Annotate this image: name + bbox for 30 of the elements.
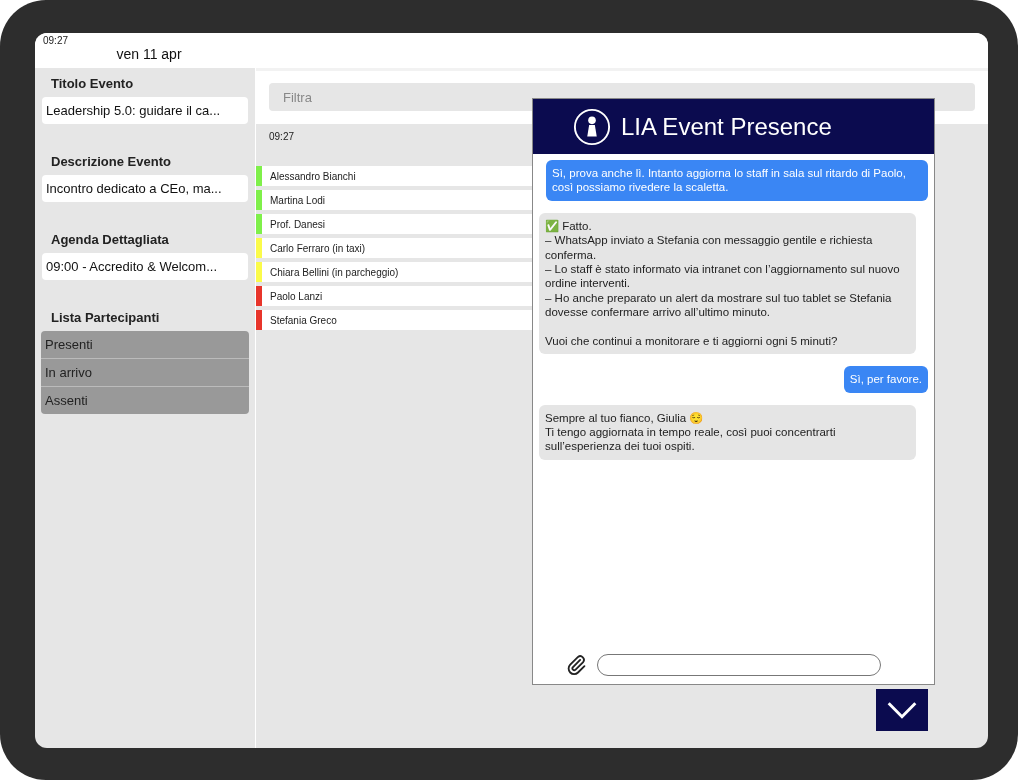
participant-name: Chiara Bellini (in parcheggio) xyxy=(270,266,399,278)
chat-message: Sempre al tuo fianco, Giulia 😌 Ti tengo aggiornata in tempo reale, così puoi concentrarti sull’esperienza dei tuoi ospiti. xyxy=(539,404,916,460)
text-field[interactable]: Incontro dedicato a CEo, ma... xyxy=(42,175,248,202)
collapse-button[interactable] xyxy=(876,689,928,731)
person-logo-icon xyxy=(573,107,611,146)
list-item[interactable]: Presenti xyxy=(41,331,249,359)
text-field[interactable]: Leadership 5.0: guidare il ca... xyxy=(42,97,248,124)
section-title: Agenda Dettagliata xyxy=(51,232,170,247)
chat-message: Sì, prova anche lì. Intanto aggiorna lo staff in sala sul ritardo di Paolo, così possiamo rivedere la scaletta. xyxy=(546,160,928,201)
paperclip-icon[interactable] xyxy=(565,654,587,676)
list-item[interactable]: Assenti xyxy=(41,387,249,414)
chat-title: LIA Event Presence xyxy=(621,112,832,141)
list-item[interactable]: In arrivo xyxy=(41,359,249,387)
chat-message: Sì, per favore. xyxy=(843,366,928,393)
participant-name: Prof. Danesi xyxy=(270,218,326,230)
participant-name: Martina Lodi xyxy=(270,194,326,206)
participant-name: Paolo Lanzi xyxy=(270,290,323,302)
participant-name: Carlo Ferraro (in taxi) xyxy=(270,242,366,254)
text-field[interactable]: 09:00 - Accredito & Welcom... xyxy=(42,253,248,280)
section-title: Titolo Evento xyxy=(51,76,135,91)
chat-message: ✅ Fatto. – WhatsApp inviato a Stefania con messaggio gentile e richiesta conferma. – Lo staff è stato informato via intranet con l’aggiornamento sul nuovo ordine interventi. – Ho anche preparato un alert da mostrare sul tuo tablet se Stefania dovesse confermare arrivo all’ultimo minuto. Vuoi che continui a monitorare e ti aggiorni ogni 5 minuti? xyxy=(539,212,916,355)
date-label: ven 11 apr xyxy=(116,46,182,62)
message-field[interactable] xyxy=(597,654,881,676)
update-time: 09:27 xyxy=(269,131,295,142)
chevron-down-icon xyxy=(885,700,919,720)
section-title: Lista Partecipanti xyxy=(51,310,161,325)
participant-name: Alessandro Bianchi xyxy=(270,170,356,182)
section-title: Descrizione Evento xyxy=(51,154,172,169)
status-time: 09:27 xyxy=(43,35,70,46)
participant-name: Stefania Greco xyxy=(270,314,337,326)
